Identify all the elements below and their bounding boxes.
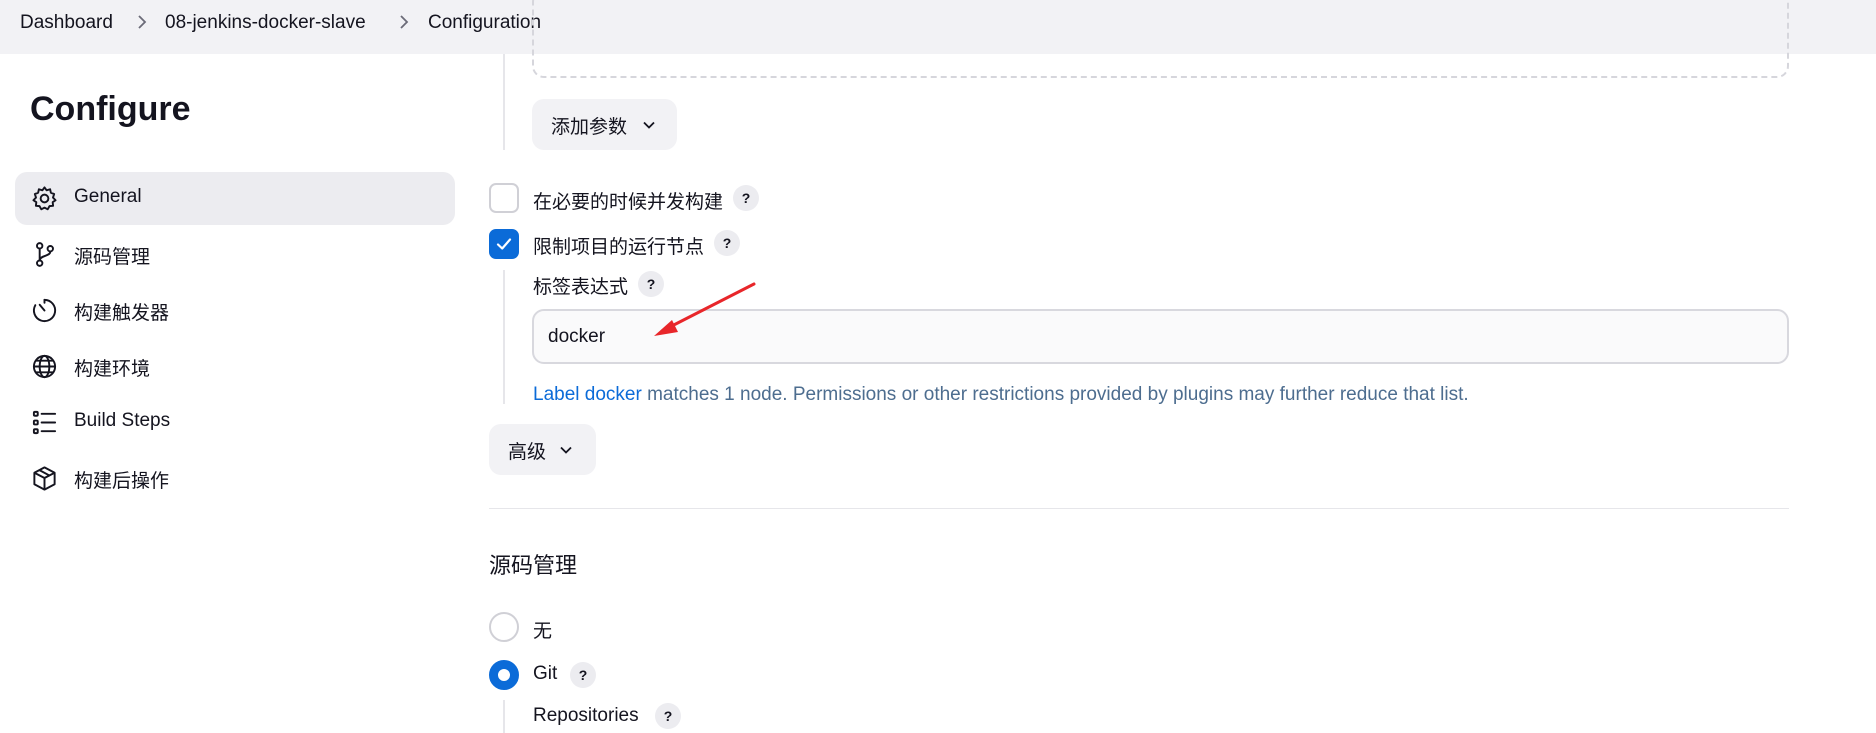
section-indent-line (503, 700, 505, 733)
parameters-dropzone (532, 0, 1789, 78)
section-indent-line (503, 54, 505, 150)
restrict-node-checkbox[interactable] (489, 229, 519, 259)
sidebar-item-label: 构建触发器 (74, 303, 170, 324)
scm-none-label: 无 (533, 621, 553, 642)
breadcrumb-job[interactable]: 08-jenkins-docker-slave (165, 12, 366, 34)
chevron-down-icon (643, 121, 655, 129)
help-icon[interactable]: ? (570, 662, 596, 688)
page-title: Configure (30, 90, 191, 128)
add-parameter-button[interactable]: 添加参数 (532, 99, 677, 150)
sidebar-item-label: 构建环境 (74, 359, 151, 380)
chevron-right-icon (400, 15, 409, 29)
sidebar-item-post-build-actions[interactable]: 构建后操作 (15, 452, 455, 505)
repositories-label: Repositories (533, 705, 639, 726)
restrict-node-label: 限制项目的运行节点 (533, 237, 705, 258)
breadcrumb-dashboard[interactable]: Dashboard (20, 12, 113, 34)
help-icon[interactable]: ? (714, 230, 740, 256)
source-branch-icon (36, 242, 54, 267)
sidebar-item-label: General (74, 186, 142, 207)
breadcrumb-configuration[interactable]: Configuration (428, 12, 541, 34)
label-match-message: Label docker matches 1 node. Permissions… (533, 384, 1469, 406)
chevron-down-icon (560, 446, 572, 454)
sidebar-item-build-environment[interactable]: 构建环境 (15, 340, 455, 393)
sidebar-item-label: 源码管理 (74, 247, 151, 268)
sidebar-item-label: Build Steps (74, 410, 171, 431)
checkmark-icon (496, 238, 512, 250)
package-icon (33, 466, 56, 491)
scm-section-title: 源码管理 (489, 553, 578, 578)
globe-icon (32, 354, 57, 379)
sidebar-item-build-triggers[interactable]: 构建触发器 (15, 284, 455, 337)
concurrent-build-checkbox[interactable] (489, 183, 519, 213)
list-icon (32, 410, 57, 435)
sidebar-item-source-management[interactable]: 源码管理 (15, 228, 455, 281)
sidebar-item-label: 构建后操作 (74, 471, 170, 492)
add-parameter-label: 添加参数 (551, 117, 628, 138)
advanced-label: 高级 (508, 442, 547, 463)
help-icon[interactable]: ? (655, 703, 681, 729)
scm-none-radio[interactable] (489, 612, 519, 642)
label-match-text: matches 1 node. Permissions or other res… (641, 384, 1469, 405)
help-icon[interactable]: ? (733, 185, 759, 211)
scm-git-radio[interactable] (489, 660, 519, 690)
timer-icon (32, 298, 57, 323)
annotation-arrow-icon (654, 282, 756, 336)
scm-git-label: Git (533, 663, 558, 684)
section-divider (489, 508, 1789, 509)
gear-icon (32, 186, 57, 211)
sidebar-item-general[interactable]: General (15, 172, 455, 225)
label-expression-label: 标签表达式 (533, 277, 629, 298)
section-indent-line (503, 270, 505, 404)
concurrent-build-label: 在必要的时候并发构建 (533, 192, 724, 213)
label-docker-link[interactable]: Label docker (533, 384, 642, 405)
sidebar-item-build-steps[interactable]: Build Steps (15, 396, 455, 449)
advanced-button[interactable]: 高级 (489, 424, 596, 475)
chevron-right-icon (138, 15, 147, 29)
